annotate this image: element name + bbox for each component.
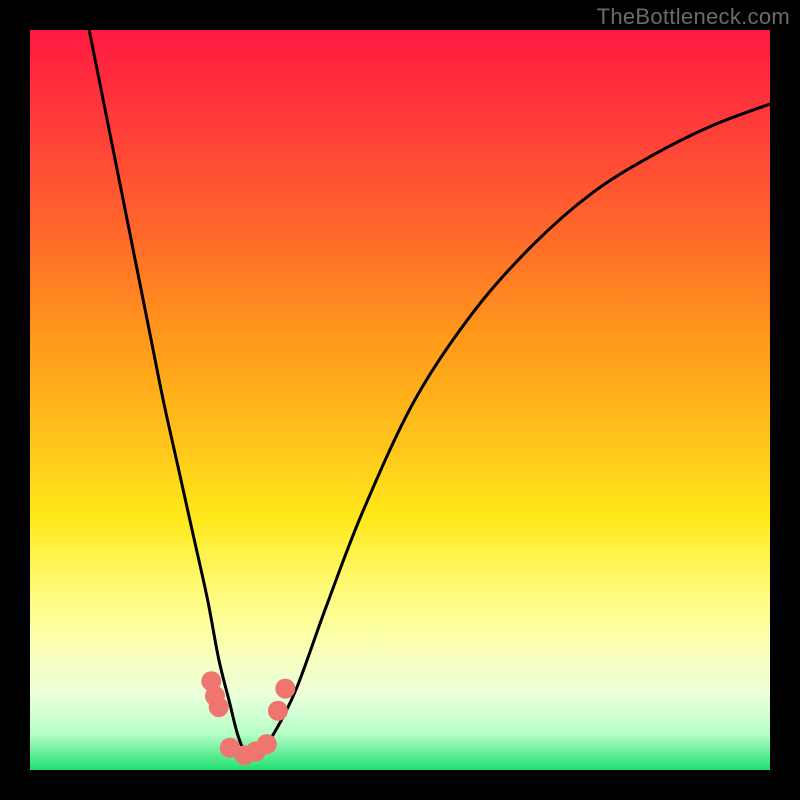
bottleneck-curve: [89, 30, 770, 755]
data-marker: [257, 734, 277, 754]
data-marker: [268, 701, 288, 721]
marker-group: [201, 671, 295, 765]
bottleneck-chart: [30, 30, 770, 770]
data-marker: [209, 697, 229, 717]
watermark-text: TheBottleneck.com: [597, 4, 790, 30]
data-marker: [275, 679, 295, 699]
